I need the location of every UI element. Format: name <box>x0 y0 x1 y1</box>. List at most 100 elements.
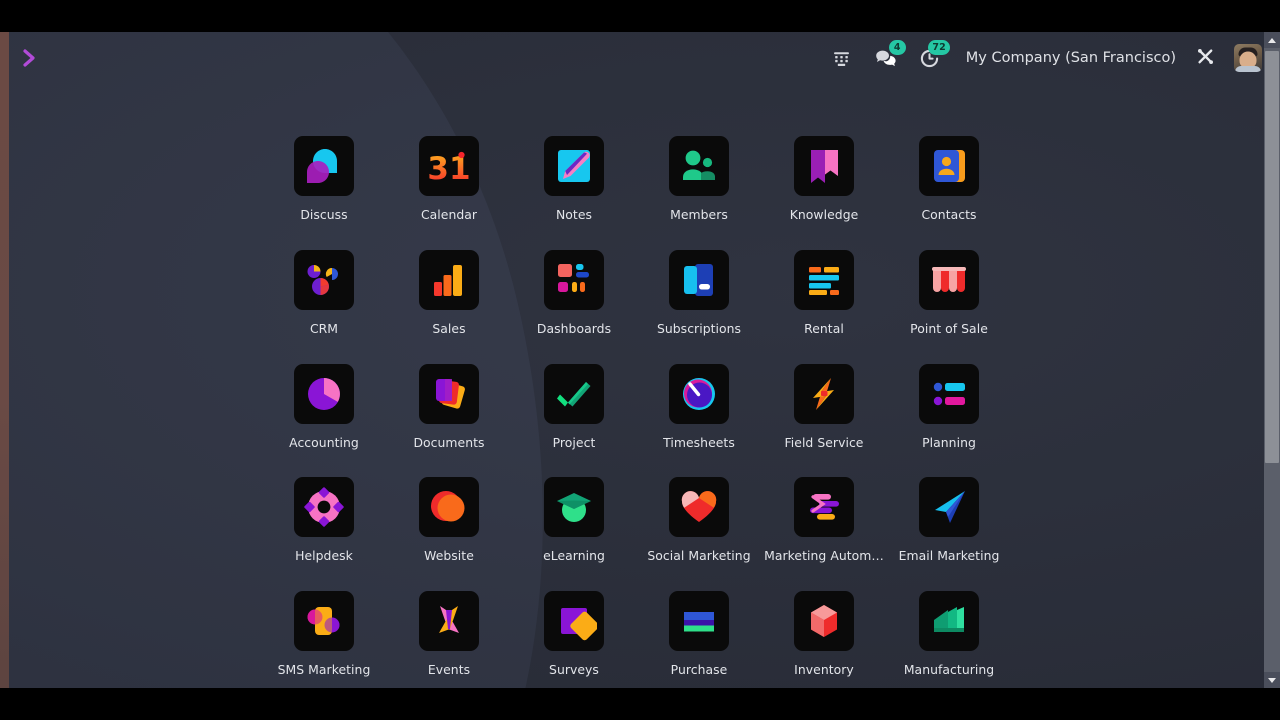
field-service-icon <box>794 364 854 424</box>
app-events[interactable]: Events <box>387 591 512 688</box>
app-helpdesk[interactable]: Helpdesk <box>262 477 387 574</box>
app-dashboards[interactable]: Dashboards <box>512 250 637 347</box>
app-label: Project <box>553 435 596 450</box>
app-label: Events <box>428 662 470 677</box>
point-of-sale-icon <box>919 250 979 310</box>
app-label: Point of Sale <box>910 321 988 336</box>
company-name[interactable]: My Company (San Francisco) <box>966 50 1176 66</box>
app-label: Sales <box>432 321 465 336</box>
app-label: Documents <box>413 435 484 450</box>
settings-button[interactable] <box>1190 43 1220 73</box>
systray: 4 72 My Company (San Francisco) <box>820 32 1280 84</box>
app-planning[interactable]: Planning <box>887 364 1012 461</box>
app-elearning[interactable]: eLearning <box>512 477 637 574</box>
letterbox-bottom <box>0 688 1280 720</box>
app-label: Timesheets <box>663 435 735 450</box>
app-label: Rental <box>804 321 844 336</box>
app-knowledge[interactable]: Knowledge <box>762 136 887 233</box>
app-project[interactable]: Project <box>512 364 637 461</box>
avatar[interactable] <box>1234 44 1262 72</box>
app-notes[interactable]: Notes <box>512 136 637 233</box>
vertical-scrollbar[interactable] <box>1264 32 1280 688</box>
window-left-edge <box>0 32 9 688</box>
documents-icon <box>419 364 479 424</box>
scroll-down-button[interactable] <box>1264 672 1280 688</box>
app-label: Accounting <box>289 435 359 450</box>
app-manufacturing[interactable]: Manufacturing <box>887 591 1012 688</box>
app-label: Inventory <box>794 662 854 677</box>
app-social-marketing[interactable]: Social Marketing <box>637 477 762 574</box>
phone-dialpad-icon <box>833 50 850 67</box>
app-label: Members <box>670 207 728 222</box>
planning-icon <box>919 364 979 424</box>
crm-icon <box>294 250 354 310</box>
app-discuss[interactable]: Discuss <box>262 136 387 233</box>
app-sms-marketing[interactable]: SMS Marketing <box>262 591 387 688</box>
app-contacts[interactable]: Contacts <box>887 136 1012 233</box>
app-label: Website <box>424 548 474 563</box>
email-marketing-icon <box>919 477 979 537</box>
members-icon <box>669 136 729 196</box>
purchase-icon <box>669 591 729 651</box>
app-label: Surveys <box>549 662 599 677</box>
app-rental[interactable]: Rental <box>762 250 887 347</box>
events-icon <box>419 591 479 651</box>
app-calendar[interactable]: 31 Calendar <box>387 136 512 233</box>
app-timesheets[interactable]: Timesheets <box>637 364 762 461</box>
app-surveys[interactable]: Surveys <box>512 591 637 688</box>
app-crm[interactable]: CRM <box>262 250 387 347</box>
app-label: Notes <box>556 207 592 222</box>
scrollbar-track[interactable] <box>1264 48 1280 672</box>
app-label: Dashboards <box>537 321 611 336</box>
app-field-service[interactable]: Field Service <box>762 364 887 461</box>
contacts-icon <box>919 136 979 196</box>
avatar-shirt <box>1235 66 1261 72</box>
app-website[interactable]: Website <box>387 477 512 574</box>
app-label: CRM <box>310 321 338 336</box>
app-documents[interactable]: Documents <box>387 364 512 461</box>
chevron-right-icon <box>22 48 38 68</box>
calendar-icon: 31 <box>419 136 479 196</box>
app-label: Subscriptions <box>657 321 741 336</box>
timesheets-icon <box>669 364 729 424</box>
app-members[interactable]: Members <box>637 136 762 233</box>
letterbox-top <box>0 0 1280 32</box>
app-sales[interactable]: Sales <box>387 250 512 347</box>
sales-icon <box>419 250 479 310</box>
app-inventory[interactable]: Inventory <box>762 591 887 688</box>
social-marketing-icon <box>669 477 729 537</box>
discuss-icon <box>294 136 354 196</box>
screen: 4 72 My Company (San Francisco) <box>0 0 1280 720</box>
app-label: Knowledge <box>790 207 859 222</box>
app-purchase[interactable]: Purchase <box>637 591 762 688</box>
activities-button[interactable]: 72 <box>913 41 947 75</box>
accounting-icon <box>294 364 354 424</box>
app-subscriptions[interactable]: Subscriptions <box>637 250 762 347</box>
scrollbar-thumb[interactable] <box>1265 51 1279 463</box>
app-label: Email Marketing <box>899 548 1000 563</box>
messages-badge: 4 <box>889 40 906 55</box>
app-accounting[interactable]: Accounting <box>262 364 387 461</box>
scroll-up-button[interactable] <box>1264 32 1280 48</box>
app-label: Discuss <box>300 207 347 222</box>
odoo-app-viewport: 4 72 My Company (San Francisco) <box>0 32 1280 688</box>
activities-badge: 72 <box>928 40 949 55</box>
app-point-of-sale[interactable]: Point of Sale <box>887 250 1012 347</box>
knowledge-icon <box>794 136 854 196</box>
app-label: Field Service <box>785 435 864 450</box>
app-label: Manufacturing <box>904 662 994 677</box>
messages-button[interactable]: 4 <box>869 41 903 75</box>
website-icon <box>419 477 479 537</box>
app-marketing-automation[interactable]: Marketing Autom… <box>762 477 887 574</box>
app-label: Contacts <box>921 207 976 222</box>
app-label: Calendar <box>421 207 477 222</box>
elearning-icon <box>544 477 604 537</box>
apps-menu-toggle[interactable] <box>13 41 47 75</box>
app-label: eLearning <box>543 548 605 563</box>
app-label: SMS Marketing <box>278 662 371 677</box>
scroll-down-arrow <box>1268 678 1276 683</box>
app-email-marketing[interactable]: Email Marketing <box>887 477 1012 574</box>
manufacturing-icon <box>919 591 979 651</box>
voip-dialer-button[interactable] <box>825 41 859 75</box>
dashboards-icon <box>544 250 604 310</box>
